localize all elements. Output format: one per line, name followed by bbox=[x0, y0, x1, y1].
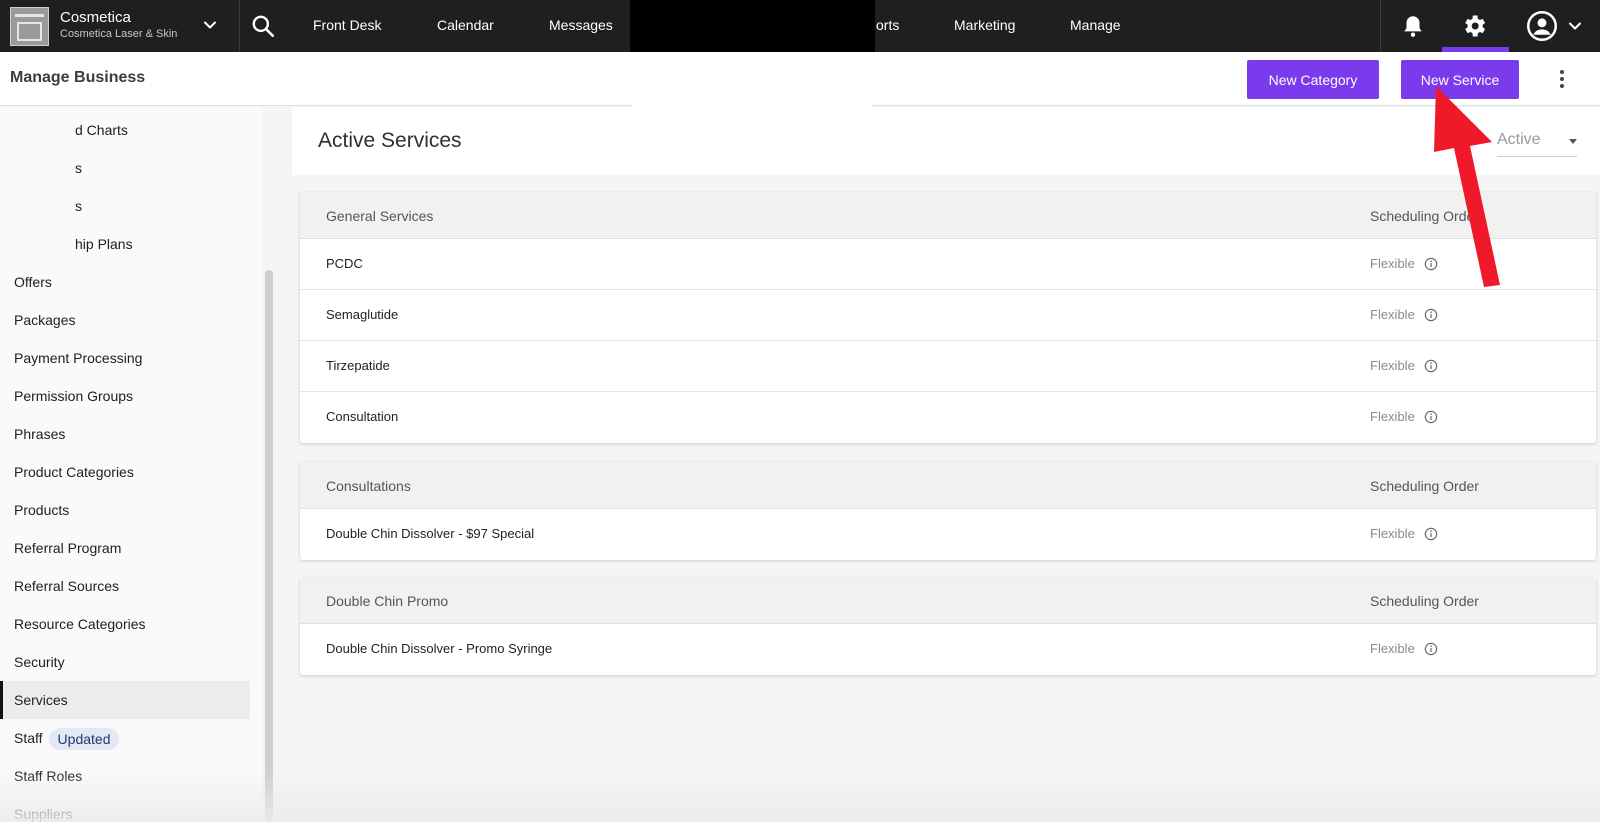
updated-badge: Updated bbox=[48, 728, 120, 751]
new-category-button[interactable]: New Category bbox=[1247, 60, 1379, 99]
sidebar-item-referral-sources[interactable]: Referral Sources bbox=[0, 567, 250, 605]
sidebar-item-partial-1[interactable]: s bbox=[0, 149, 250, 187]
business-switcher[interactable]: Cosmetica Cosmetica Laser & Skin bbox=[0, 0, 240, 52]
account-circle-icon[interactable] bbox=[1527, 11, 1557, 41]
info-icon[interactable] bbox=[1424, 359, 1438, 373]
info-icon[interactable] bbox=[1424, 527, 1438, 541]
search-icon[interactable] bbox=[250, 13, 276, 39]
info-icon[interactable] bbox=[1424, 257, 1438, 271]
chevron-down-icon[interactable] bbox=[200, 15, 220, 35]
sidebar-item-staff-roles[interactable]: Staff Roles bbox=[0, 757, 250, 795]
scheduling-order: Flexible bbox=[1370, 307, 1415, 322]
scheduling-order-header: Scheduling Order bbox=[1370, 593, 1479, 609]
section-title: Active Services bbox=[318, 129, 462, 152]
nav-front-desk[interactable]: Front Desk bbox=[313, 17, 381, 33]
service-row[interactable]: Tirzepatide Flexible bbox=[300, 341, 1596, 392]
chevron-down-icon[interactable] bbox=[1565, 16, 1585, 36]
scheduling-order: Flexible bbox=[1370, 256, 1415, 271]
business-subtitle: Cosmetica Laser & Skin bbox=[60, 28, 178, 40]
nav-divider bbox=[1380, 0, 1381, 52]
service-row[interactable]: PCDC Flexible bbox=[300, 239, 1596, 290]
info-icon[interactable] bbox=[1424, 308, 1438, 322]
service-row[interactable]: Consultation Flexible bbox=[300, 392, 1596, 443]
sidebar-item-offers[interactable]: Offers bbox=[0, 263, 250, 301]
service-name: Semaglutide bbox=[326, 307, 399, 322]
service-row[interactable]: Semaglutide Flexible bbox=[300, 290, 1596, 341]
redacted-area bbox=[632, 52, 872, 108]
category-card-double-chin-promo: Double Chin Promo Scheduling Order Doubl… bbox=[300, 577, 1596, 675]
category-header: Consultations Scheduling Order bbox=[300, 462, 1596, 509]
sidebar-item-product-categories[interactable]: Product Categories bbox=[0, 453, 250, 491]
business-logo bbox=[10, 7, 49, 46]
category-header: Double Chin Promo Scheduling Order bbox=[300, 577, 1596, 624]
sidebar-scrollbar[interactable] bbox=[265, 270, 273, 822]
category-name: General Services bbox=[326, 208, 434, 224]
service-row[interactable]: Double Chin Dissolver - $97 Special Flex… bbox=[300, 509, 1596, 560]
sidebar-item-staff[interactable]: Staff Updated bbox=[0, 719, 250, 757]
top-navigation-bar: Cosmetica Cosmetica Laser & Skin Front D… bbox=[0, 0, 1600, 52]
sidebar-item-security[interactable]: Security bbox=[0, 643, 250, 681]
service-name: Tirzepatide bbox=[326, 358, 390, 373]
bell-icon[interactable] bbox=[1400, 13, 1426, 39]
page-title: Manage Business bbox=[10, 69, 146, 86]
sidebar-item-suppliers[interactable]: Suppliers bbox=[0, 795, 250, 822]
sidebar-item-permission-groups[interactable]: Permission Groups bbox=[0, 377, 250, 415]
sidebar-item-packages[interactable]: Packages bbox=[0, 301, 250, 339]
sidebar-item-resource-categories[interactable]: Resource Categories bbox=[0, 605, 250, 643]
sidebar-item-products[interactable]: Products bbox=[0, 491, 250, 529]
sidebar-item-partial-2[interactable]: s bbox=[0, 187, 250, 225]
category-name: Double Chin Promo bbox=[326, 593, 449, 609]
nav-messages[interactable]: Messages bbox=[549, 17, 613, 33]
category-name: Consultations bbox=[326, 478, 411, 494]
scheduling-order: Flexible bbox=[1370, 409, 1415, 424]
service-name: Double Chin Dissolver - $97 Special bbox=[326, 526, 535, 541]
category-card-general-services: General Services Scheduling Order PCDC F… bbox=[300, 192, 1596, 443]
new-service-button[interactable]: New Service bbox=[1401, 60, 1519, 99]
chevron-down-icon bbox=[1569, 139, 1577, 144]
nav-reports[interactable]: orts bbox=[876, 17, 899, 33]
settings-sidebar: d Charts s s hip Plans Offers Packages P… bbox=[0, 107, 262, 822]
more-vertical-icon[interactable] bbox=[1550, 67, 1574, 91]
sidebar-item-membership-plans[interactable]: hip Plans bbox=[0, 225, 250, 263]
scheduling-order: Flexible bbox=[1370, 641, 1415, 656]
service-name: Consultation bbox=[326, 409, 399, 424]
redacted-area bbox=[630, 0, 875, 52]
service-name: PCDC bbox=[326, 256, 363, 271]
sidebar-item-payment-processing[interactable]: Payment Processing bbox=[0, 339, 250, 377]
service-row[interactable]: Double Chin Dissolver - Promo Syringe Fl… bbox=[300, 624, 1596, 675]
services-header: Active Services Active bbox=[292, 107, 1600, 175]
scheduling-order-header: Scheduling Order bbox=[1370, 478, 1479, 494]
nav-marketing[interactable]: Marketing bbox=[954, 17, 1015, 33]
sidebar-item-charts[interactable]: d Charts bbox=[0, 111, 250, 149]
scheduling-order: Flexible bbox=[1370, 358, 1415, 373]
info-icon[interactable] bbox=[1424, 642, 1438, 656]
category-card-consultations: Consultations Scheduling Order Double Ch… bbox=[300, 462, 1596, 560]
status-filter-select[interactable]: Active bbox=[1497, 127, 1577, 157]
service-name: Double Chin Dissolver - Promo Syringe bbox=[326, 641, 553, 656]
sidebar-item-referral-program[interactable]: Referral Program bbox=[0, 529, 250, 567]
gear-icon[interactable] bbox=[1460, 12, 1488, 40]
status-filter-value: Active bbox=[1497, 131, 1541, 148]
scheduling-order-header: Scheduling Order bbox=[1370, 208, 1479, 224]
scheduling-order: Flexible bbox=[1370, 526, 1415, 541]
sidebar-item-label: Staff bbox=[14, 730, 43, 746]
sidebar-item-services[interactable]: Services bbox=[0, 681, 250, 719]
nav-calendar[interactable]: Calendar bbox=[437, 17, 494, 33]
business-name: Cosmetica bbox=[60, 9, 131, 26]
nav-manage[interactable]: Manage bbox=[1070, 17, 1121, 33]
category-header: General Services Scheduling Order bbox=[300, 192, 1596, 239]
info-icon[interactable] bbox=[1424, 410, 1438, 424]
sidebar-item-phrases[interactable]: Phrases bbox=[0, 415, 250, 453]
